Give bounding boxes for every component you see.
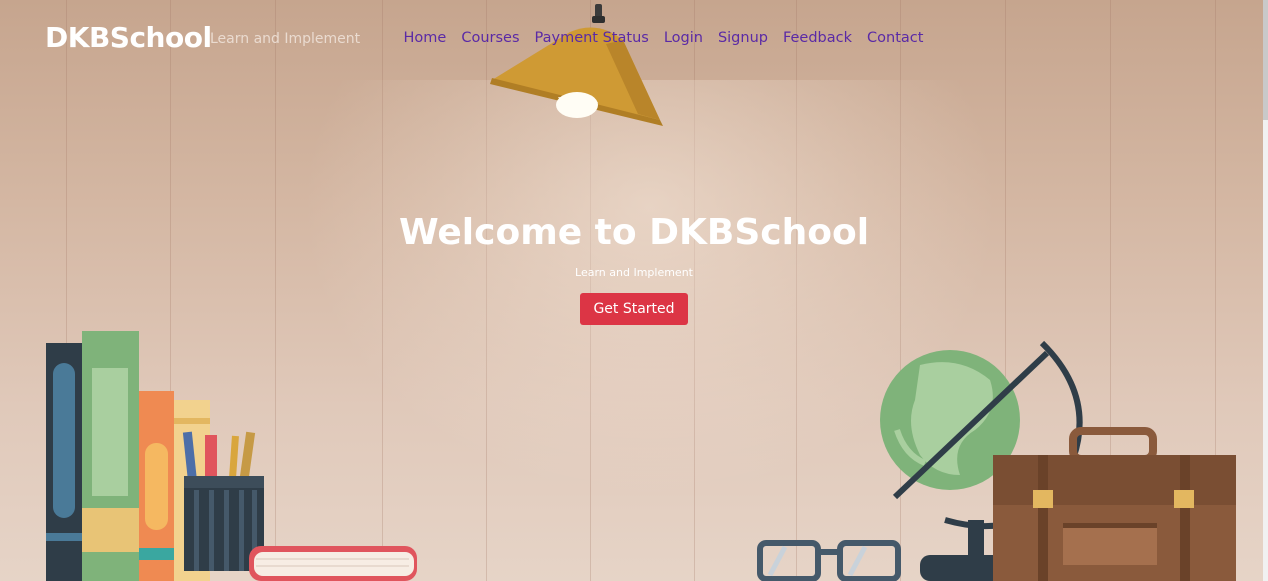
- hero-content: Welcome to DKBSchool Learn and Implement…: [0, 208, 1268, 325]
- nav-link-login[interactable]: Login: [656, 30, 710, 46]
- nav-link-courses[interactable]: Courses: [454, 30, 527, 46]
- glasses-icon: [757, 540, 901, 581]
- briefcase-icon: [993, 427, 1236, 581]
- books-icon: [46, 331, 417, 581]
- nav-link-feedback[interactable]: Feedback: [775, 30, 859, 46]
- scrollbar-thumb[interactable]: [1263, 0, 1268, 120]
- brand-logo[interactable]: DKBSchool: [45, 21, 212, 54]
- nav-link-signup[interactable]: Signup: [710, 30, 775, 46]
- hero-subtitle: Learn and Implement: [575, 266, 693, 279]
- get-started-button[interactable]: Get Started: [580, 293, 688, 325]
- nav-link-contact[interactable]: Contact: [860, 30, 931, 46]
- hero-title: Welcome to DKBSchool: [398, 212, 870, 253]
- desk-items: [757, 340, 1236, 581]
- nav-link-payment-status[interactable]: Payment Status: [527, 30, 656, 46]
- nav-menu: Home Courses Payment Status Login Signup…: [396, 30, 931, 46]
- navbar: DKBSchool Learn and Implement Home Cours…: [0, 0, 1268, 76]
- nav-link-home[interactable]: Home: [396, 30, 454, 46]
- hero-stage: DKBSchool Learn and Implement Home Cours…: [0, 0, 1268, 581]
- brand-tagline: Learn and Implement: [210, 31, 361, 47]
